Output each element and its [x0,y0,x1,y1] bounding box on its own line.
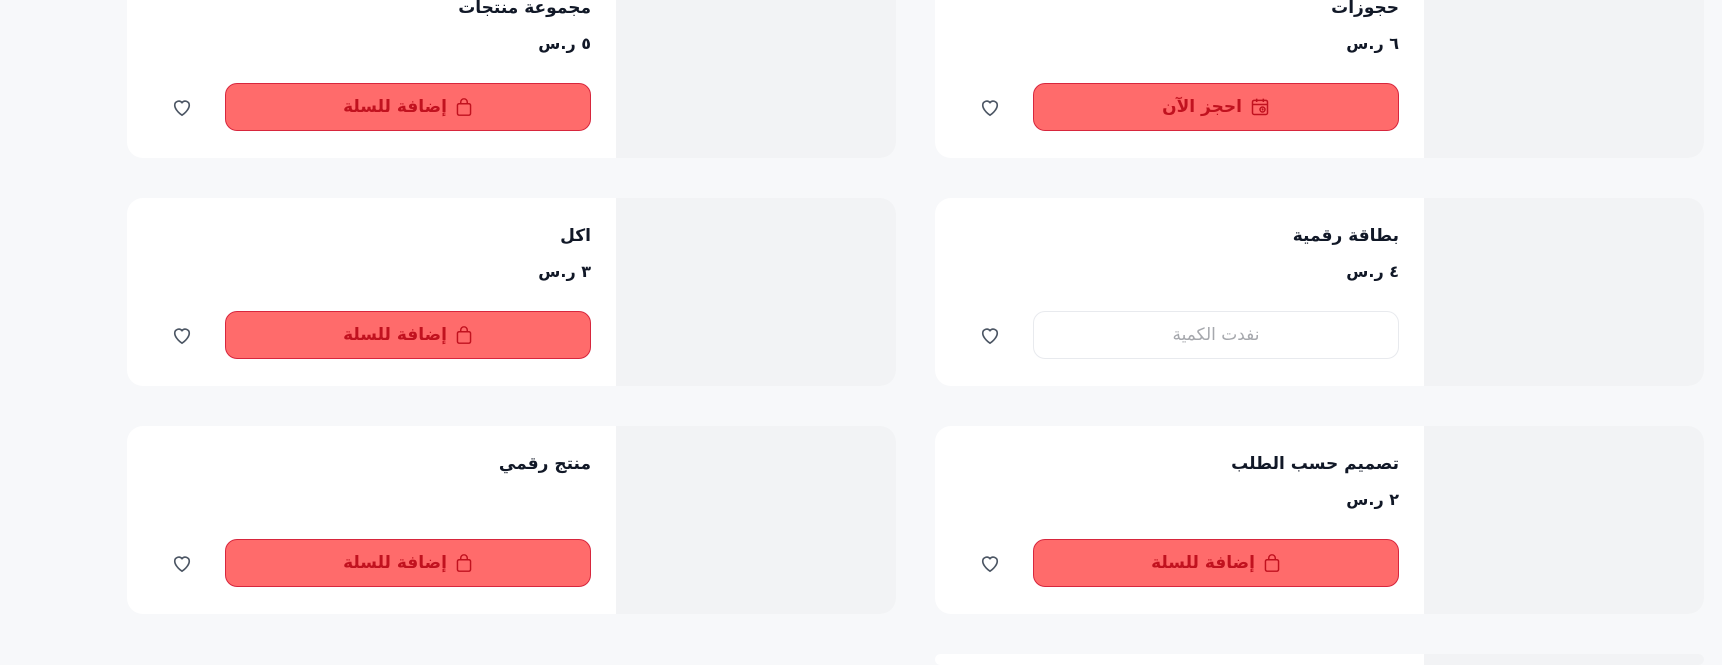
heart-icon[interactable] [170,95,194,119]
heart-icon[interactable] [978,95,1002,119]
shopping-bag-icon [1263,553,1281,573]
product-card[interactable]: تصميم حسب الطلب ٢ ر.س إضافة للسلة [935,426,1704,614]
product-image[interactable] [616,0,896,158]
product-image[interactable] [1424,654,1704,665]
add-to-cart-button[interactable]: إضافة للسلة [225,83,591,131]
heart-icon[interactable] [170,323,194,347]
book-now-label: احجز الآن [1162,97,1242,117]
product-name[interactable]: بطاقة رقمية [1293,226,1399,246]
calendar-icon [1250,97,1270,117]
product-card[interactable]: مجموعة منتجات ٥ ر.س إضافة للسلة [127,0,896,158]
heart-icon[interactable] [978,323,1002,347]
product-name[interactable]: مجموعة منتجات [458,0,591,18]
product-card[interactable]: منتج رقمي إضافة للسلة [127,426,896,614]
add-to-cart-button[interactable]: إضافة للسلة [1033,539,1399,587]
product-image[interactable] [616,198,896,386]
product-price: ٣ ر.س [538,262,591,281]
product-grid: حجوزات ٦ ر.س احجز الآن مجموعة منتجات ٥ ر… [0,0,1722,665]
product-name[interactable]: حجوزات [1331,0,1399,18]
add-to-cart-label: إضافة للسلة [343,325,447,345]
product-image[interactable] [1424,0,1704,158]
heart-icon[interactable] [170,551,194,575]
add-to-cart-label: إضافة للسلة [1151,553,1255,573]
product-price: ٤ ر.س [1346,262,1399,281]
add-to-cart-button[interactable]: إضافة للسلة [225,311,591,359]
product-image[interactable] [616,426,896,614]
shopping-bag-icon [455,97,473,117]
product-card[interactable]: بطاقة رقمية ٤ ر.س نفدت الكمية [935,198,1704,386]
product-card[interactable] [935,654,1704,665]
book-now-button[interactable]: احجز الآن [1033,83,1399,131]
add-to-cart-label: إضافة للسلة [343,553,447,573]
product-card[interactable]: اكل ٣ ر.س إضافة للسلة [127,198,896,386]
product-image[interactable] [1424,198,1704,386]
add-to-cart-button[interactable]: إضافة للسلة [225,539,591,587]
product-image[interactable] [1424,426,1704,614]
add-to-cart-label: إضافة للسلة [343,97,447,117]
shopping-bag-icon [455,325,473,345]
out-of-stock-button[interactable]: نفدت الكمية [1033,311,1399,359]
product-price: ٦ ر.س [1346,34,1399,53]
product-name[interactable]: منتج رقمي [499,454,591,474]
heart-icon[interactable] [978,551,1002,575]
product-price: ٢ ر.س [1346,490,1399,509]
product-name[interactable]: اكل [560,226,591,246]
product-name[interactable]: تصميم حسب الطلب [1231,454,1399,474]
product-card[interactable]: حجوزات ٦ ر.س احجز الآن [935,0,1704,158]
shopping-bag-icon [455,553,473,573]
out-of-stock-label: نفدت الكمية [1172,325,1260,345]
product-price: ٥ ر.س [538,34,591,53]
